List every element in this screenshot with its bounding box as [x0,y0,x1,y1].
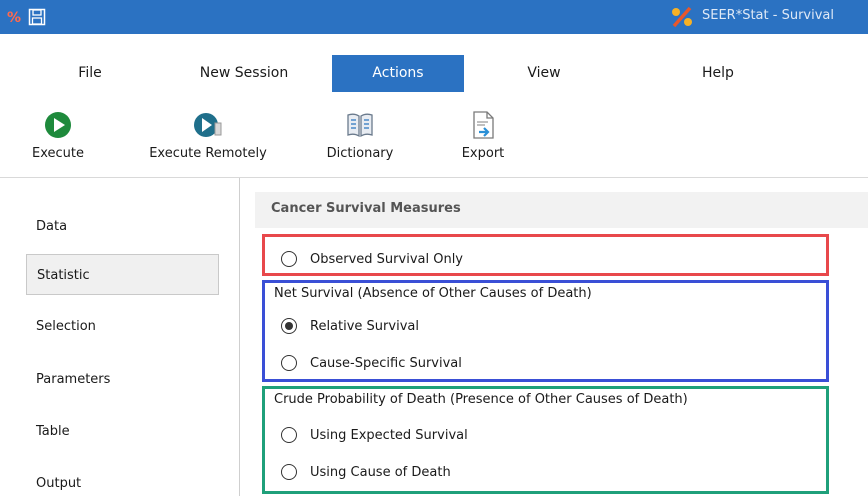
play-remote-icon [194,113,222,137]
menu-strip [0,34,868,55]
title-bar: % SEER*Stat - Survival [0,0,868,34]
nav-item-statistic[interactable]: Statistic [26,254,219,295]
relative-survival-radio[interactable] [281,318,297,334]
observed-survival-label: Observed Survival Only [310,251,463,267]
export-label: Export [461,146,505,161]
execute-label: Execute [32,146,84,161]
svg-text:%: % [7,10,21,26]
net-survival-group-label: Net Survival (Absence of Other Causes of… [274,286,592,301]
menu-bar: File New Session Actions View Help [0,55,868,92]
dictionary-label: Dictionary [326,146,394,161]
menu-new-session[interactable]: New Session [176,55,312,92]
cause-of-death-radio-row[interactable]: Using Cause of Death [281,461,451,483]
nav-item-selection[interactable]: Selection [26,306,219,347]
menu-actions[interactable]: Actions [332,55,464,92]
cause-specific-survival-radio-row[interactable]: Cause-Specific Survival [281,352,462,374]
nav-item-data[interactable]: Data [26,206,219,247]
book-icon [347,113,373,138]
observed-survival-radio[interactable] [281,251,297,267]
menu-view[interactable]: View [494,55,594,92]
cause-of-death-radio[interactable] [281,464,297,480]
nav-item-parameters[interactable]: Parameters [26,359,219,400]
cause-specific-survival-radio[interactable] [281,355,297,371]
nav-item-output[interactable]: Output [26,463,219,496]
relative-survival-radio-row[interactable]: Relative Survival [281,315,419,337]
window-title: SEER*Stat - Survival [702,8,834,23]
dictionary-button[interactable]: Dictionary [312,110,408,161]
play-icon [45,112,71,138]
crude-probability-group-label: Crude Probability of Death (Presence of … [274,392,688,407]
relative-survival-label: Relative Survival [310,318,419,334]
observed-survival-radio-row[interactable]: Observed Survival Only [281,248,463,270]
toolbar: Execute Execute Remotely Dictionary Expo… [0,92,868,178]
panel-title: Cancer Survival Measures [271,201,461,216]
expected-survival-radio-row[interactable]: Using Expected Survival [281,424,468,446]
nav-item-table[interactable]: Table [26,411,219,452]
expected-survival-radio[interactable] [281,427,297,443]
cause-specific-survival-label: Cause-Specific Survival [310,355,462,371]
expected-survival-label: Using Expected Survival [310,427,468,443]
left-nav: Data Statistic Selection Parameters Tabl… [0,178,240,496]
menu-file[interactable]: File [36,55,144,92]
menu-help[interactable]: Help [668,55,768,92]
export-document-icon [473,111,494,139]
seerstat-logo-icon [672,6,692,28]
execute-button[interactable]: Execute [18,110,98,161]
execute-remotely-label: Execute Remotely [149,146,267,161]
panel-header: Cancer Survival Measures [255,192,868,228]
cause-of-death-label: Using Cause of Death [310,464,451,480]
export-button[interactable]: Export [446,110,520,161]
seerstat-percent-icon: % [6,8,24,26]
save-icon[interactable] [28,8,46,26]
execute-remotely-button[interactable]: Execute Remotely [130,110,286,161]
